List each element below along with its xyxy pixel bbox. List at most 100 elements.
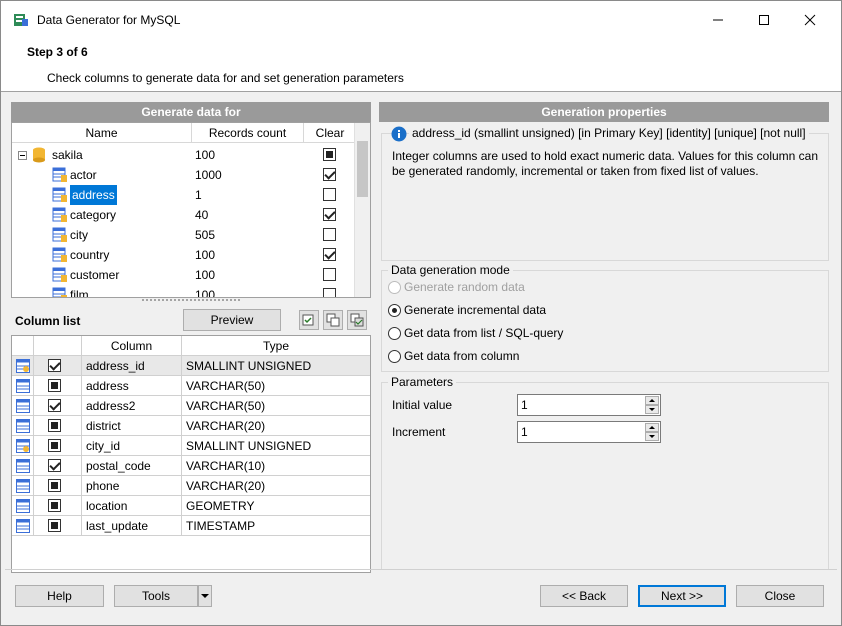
increment-input[interactable]: 1 <box>521 425 528 439</box>
tree-item-name[interactable]: sakila <box>52 145 83 165</box>
column-checkbox[interactable] <box>48 459 61 472</box>
records-count[interactable]: 100 <box>195 145 215 165</box>
spin-up-button[interactable] <box>645 396 659 405</box>
tree-item-name[interactable]: country <box>70 245 109 265</box>
records-count[interactable]: 505 <box>195 225 215 245</box>
clear-checkbox[interactable] <box>323 208 336 221</box>
column-check-cell[interactable] <box>34 416 82 436</box>
tools-button[interactable]: Tools <box>114 585 198 607</box>
column-type[interactable]: VARCHAR(10) <box>182 456 370 476</box>
column-checkbox[interactable] <box>48 439 61 452</box>
mode-label[interactable]: Get data from list / SQL-query <box>404 326 563 340</box>
clear-checkbox[interactable] <box>323 228 336 241</box>
spin-up-button[interactable] <box>645 423 659 432</box>
expand-minus-icon[interactable] <box>18 151 27 160</box>
clear-checkbox[interactable] <box>323 288 336 297</box>
mode-label[interactable]: Get data from column <box>404 349 519 363</box>
tree-item-name[interactable]: city <box>70 225 88 245</box>
tree-row[interactable]: film 100 <box>12 285 356 297</box>
column-row[interactable]: location GEOMETRY <box>12 496 370 516</box>
column-row[interactable]: address2 VARCHAR(50) <box>12 396 370 416</box>
tree-row[interactable]: category 40 <box>12 205 356 225</box>
column-check-cell[interactable] <box>34 396 82 416</box>
tree-item-name[interactable]: customer <box>70 265 119 285</box>
column-type[interactable]: VARCHAR(50) <box>182 376 370 396</box>
column-check-cell[interactable] <box>34 456 82 476</box>
preview-button[interactable]: Preview <box>183 309 281 331</box>
column-row[interactable]: postal_code VARCHAR(10) <box>12 456 370 476</box>
column-name[interactable]: postal_code <box>82 456 182 476</box>
tree-row[interactable]: actor 1000 <box>12 165 356 185</box>
column-row[interactable]: address_id SMALLINT UNSIGNED <box>12 356 370 376</box>
mode-radio[interactable] <box>388 327 401 340</box>
column-row[interactable]: city_id SMALLINT UNSIGNED <box>12 436 370 456</box>
clear-column-header[interactable]: Clear <box>304 123 356 143</box>
column-name[interactable]: last_update <box>82 516 182 536</box>
clear-checkbox[interactable] <box>323 148 336 161</box>
column-row[interactable]: last_update TIMESTAMP <box>12 516 370 536</box>
column-type[interactable]: SMALLINT UNSIGNED <box>182 356 370 376</box>
spin-down-button[interactable] <box>645 405 659 414</box>
column-type[interactable]: TIMESTAMP <box>182 516 370 536</box>
column-name[interactable]: address <box>82 376 182 396</box>
spin-down-button[interactable] <box>645 432 659 441</box>
mode-radio[interactable] <box>388 350 401 363</box>
records-count[interactable]: 100 <box>195 265 215 285</box>
column-grid[interactable]: Column Type address_id SMALLINT UNSIGNED a… <box>11 335 371 573</box>
column-type[interactable]: VARCHAR(20) <box>182 416 370 436</box>
tree-item-name[interactable]: film <box>70 285 89 297</box>
column-checkbox[interactable] <box>48 499 61 512</box>
clear-checkbox[interactable] <box>323 188 336 201</box>
increment-spinner[interactable]: 1 <box>517 421 661 443</box>
close-window-button[interactable] <box>787 1 833 39</box>
column-type[interactable]: VARCHAR(50) <box>182 396 370 416</box>
type-col-header[interactable]: Type <box>182 336 370 356</box>
column-col-header[interactable]: Column <box>82 336 182 356</box>
records-column-header[interactable]: Records count <box>192 123 304 143</box>
maximize-button[interactable] <box>741 1 787 39</box>
mode-radio[interactable] <box>388 304 401 317</box>
close-button[interactable]: Close <box>736 585 824 607</box>
column-checkbox[interactable] <box>48 359 61 372</box>
records-count[interactable]: 100 <box>195 245 215 265</box>
column-name[interactable]: district <box>82 416 182 436</box>
column-check-cell[interactable] <box>34 496 82 516</box>
column-checkbox[interactable] <box>48 519 61 532</box>
column-name[interactable]: address_id <box>82 356 182 376</box>
tree-item-name[interactable]: category <box>70 205 116 225</box>
clear-checkbox[interactable] <box>323 168 336 181</box>
column-row[interactable]: phone VARCHAR(20) <box>12 476 370 496</box>
column-checkbox[interactable] <box>48 479 61 492</box>
column-checkbox[interactable] <box>48 419 61 432</box>
minimize-button[interactable] <box>695 1 741 39</box>
tree-scrollbar[interactable] <box>354 123 370 297</box>
records-count[interactable]: 1000 <box>195 165 222 185</box>
tree-row[interactable]: city 505 <box>12 225 356 245</box>
column-check-cell[interactable] <box>34 376 82 396</box>
column-check-cell[interactable] <box>34 516 82 536</box>
column-type[interactable]: SMALLINT UNSIGNED <box>182 436 370 456</box>
column-type[interactable]: GEOMETRY <box>182 496 370 516</box>
column-name[interactable]: location <box>82 496 182 516</box>
scroll-thumb[interactable] <box>357 141 368 197</box>
records-count[interactable]: 1 <box>195 185 202 205</box>
tables-tree[interactable]: Name Records count Clear sakila 100 actor 1… <box>11 122 371 298</box>
column-name[interactable]: address2 <box>82 396 182 416</box>
initial-value-input[interactable]: 1 <box>521 398 528 412</box>
check-all-button[interactable] <box>299 310 319 330</box>
column-check-cell[interactable] <box>34 356 82 376</box>
tree-item-name[interactable]: actor <box>70 165 97 185</box>
tree-item-name[interactable]: address <box>70 185 117 205</box>
column-name[interactable]: phone <box>82 476 182 496</box>
tree-row[interactable]: country 100 <box>12 245 356 265</box>
next-button[interactable]: Next >> <box>638 585 726 607</box>
help-button[interactable]: Help <box>15 585 104 607</box>
mode-label[interactable]: Generate incremental data <box>404 303 546 317</box>
back-button[interactable]: << Back <box>540 585 628 607</box>
records-count[interactable]: 100 <box>195 285 215 297</box>
column-checkbox[interactable] <box>48 379 61 392</box>
initial-value-spinner[interactable]: 1 <box>517 394 661 416</box>
tree-row[interactable]: customer 100 <box>12 265 356 285</box>
column-row[interactable]: district VARCHAR(20) <box>12 416 370 436</box>
tree-row[interactable]: address 1 <box>12 185 356 205</box>
